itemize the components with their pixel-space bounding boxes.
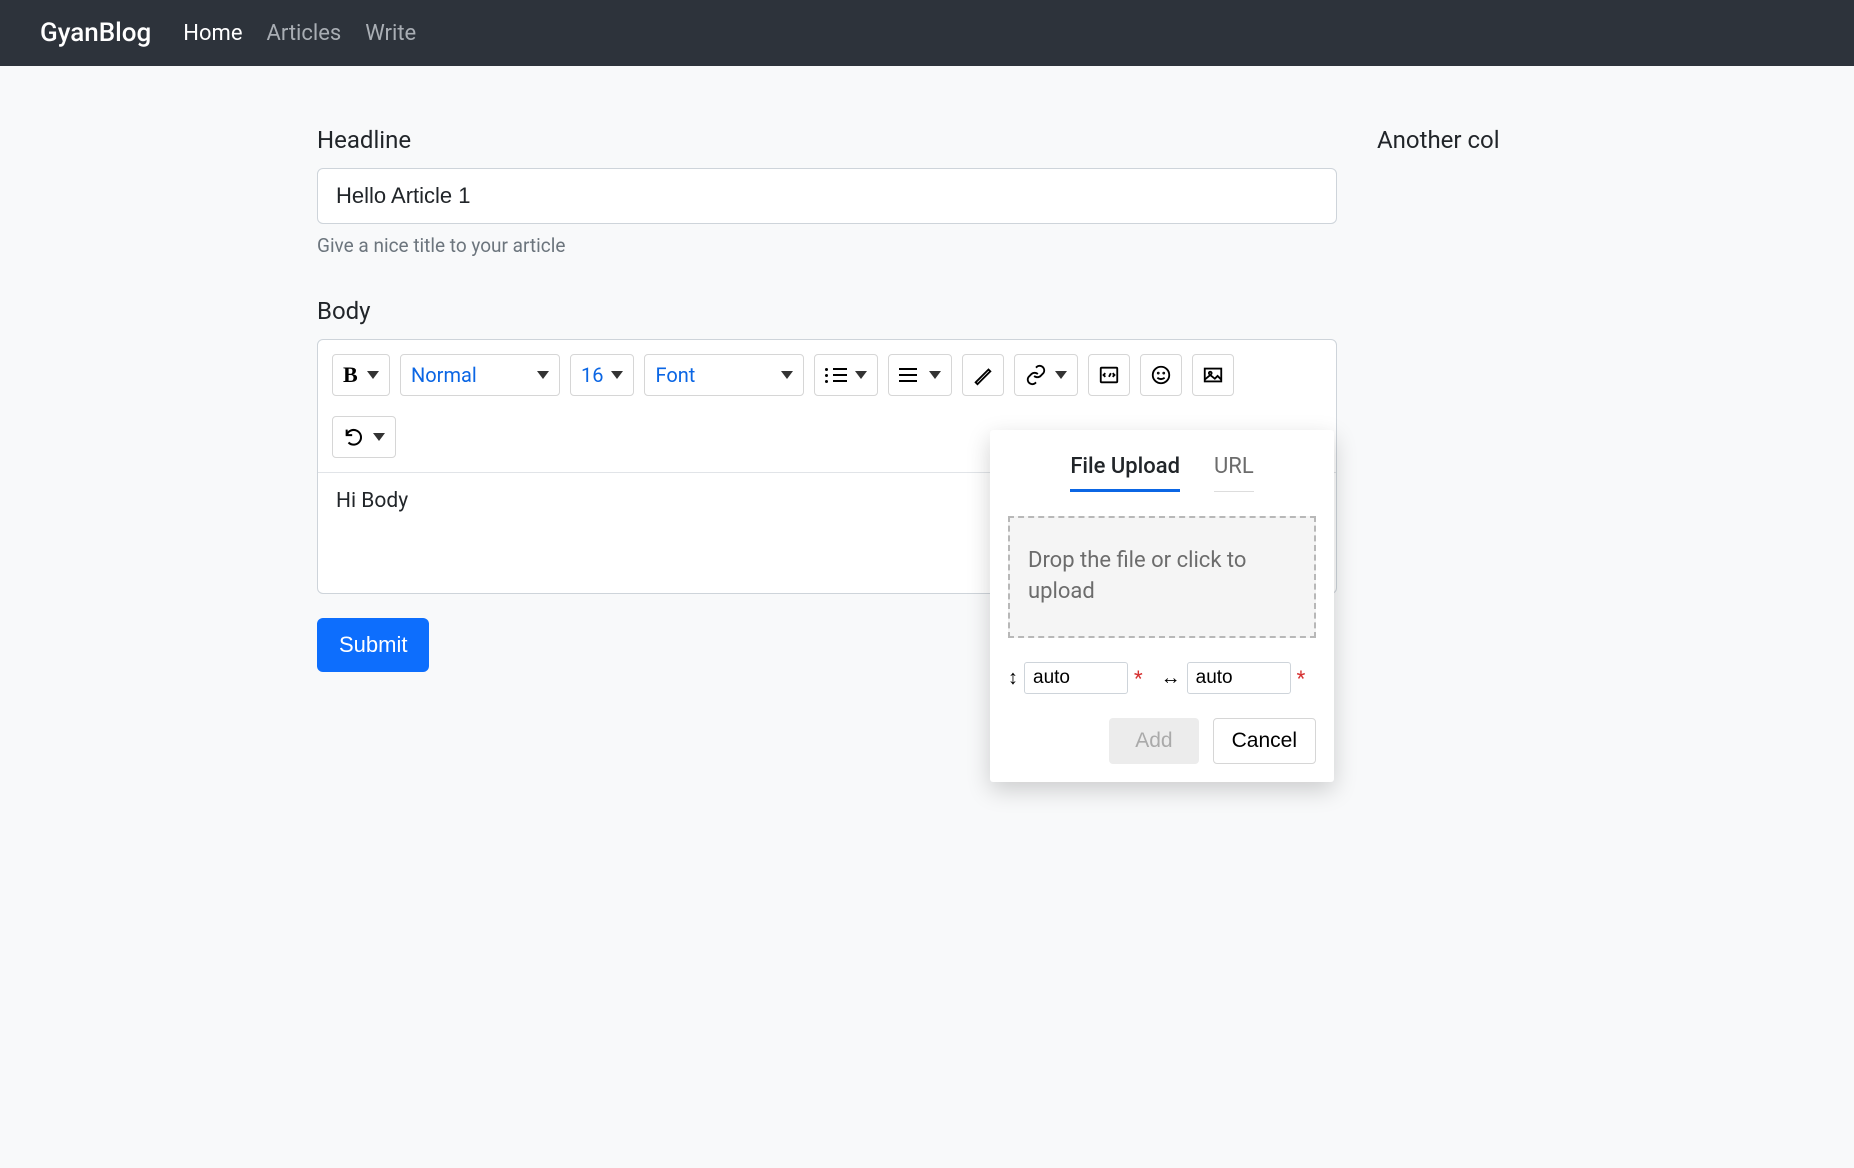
undo-dropdown[interactable] [332, 416, 396, 458]
chevron-down-icon [855, 371, 867, 379]
font-family-dropdown[interactable]: Font [644, 354, 804, 396]
bold-dropdown[interactable]: B [332, 354, 390, 396]
chevron-down-icon [537, 371, 549, 379]
tab-url[interactable]: URL [1214, 454, 1254, 492]
image-upload-popup: File Upload URL Drop the file or click t… [990, 430, 1334, 782]
nav-link-write[interactable]: Write [365, 21, 416, 46]
chevron-down-icon [611, 371, 623, 379]
link-dropdown[interactable] [1014, 354, 1078, 396]
font-label: Font [655, 363, 695, 387]
body-label: Body [317, 297, 1337, 325]
dimension-row: ↕ * ↔ * [1008, 662, 1316, 694]
width-icon: ↔ [1161, 665, 1181, 690]
list-dropdown[interactable] [814, 354, 878, 396]
image-button[interactable] [1192, 354, 1234, 396]
popup-actions: Add Cancel [1008, 718, 1316, 764]
side-column: Another col [1377, 126, 1537, 672]
highlight-button[interactable] [962, 354, 1004, 396]
code-button[interactable] [1088, 354, 1130, 396]
style-label: Normal [411, 363, 477, 387]
highlighter-icon [972, 364, 994, 386]
emoji-button[interactable] [1140, 354, 1182, 396]
list-icon [825, 366, 847, 384]
submit-button[interactable]: Submit [317, 618, 429, 672]
chevron-down-icon [781, 371, 793, 379]
navbar: GyanBlog Home Articles Write [0, 0, 1854, 66]
image-icon [1202, 364, 1224, 386]
cancel-button[interactable]: Cancel [1213, 718, 1316, 764]
side-column-title: Another col [1377, 126, 1537, 154]
required-marker: * [1134, 666, 1143, 690]
bold-icon: B [343, 362, 358, 388]
align-dropdown[interactable] [888, 354, 952, 396]
add-button[interactable]: Add [1109, 718, 1198, 764]
width-input[interactable] [1187, 662, 1291, 694]
chevron-down-icon [929, 371, 941, 379]
code-block-icon [1098, 364, 1120, 386]
paragraph-style-dropdown[interactable]: Normal [400, 354, 560, 396]
chevron-down-icon [367, 371, 379, 379]
smiley-icon [1150, 364, 1172, 386]
file-dropzone[interactable]: Drop the file or click to upload [1008, 516, 1316, 638]
headline-input[interactable] [317, 168, 1337, 224]
brand-logo[interactable]: GyanBlog [40, 18, 151, 48]
undo-icon [343, 426, 365, 448]
required-marker: * [1297, 666, 1306, 690]
link-icon [1025, 364, 1047, 386]
popup-tabs: File Upload URL [1008, 454, 1316, 492]
headline-help-text: Give a nice title to your article [317, 234, 1337, 257]
chevron-down-icon [373, 433, 385, 441]
font-size-dropdown[interactable]: 16 [570, 354, 634, 396]
height-icon: ↕ [1008, 665, 1018, 690]
headline-label: Headline [317, 126, 1337, 154]
size-label: 16 [581, 363, 603, 387]
chevron-down-icon [1055, 371, 1067, 379]
nav-link-articles[interactable]: Articles [266, 21, 341, 46]
height-input[interactable] [1024, 662, 1128, 694]
nav-link-home[interactable]: Home [183, 21, 242, 46]
navbar-nav: Home Articles Write [183, 21, 416, 46]
align-icon [899, 366, 921, 384]
tab-file-upload[interactable]: File Upload [1070, 454, 1180, 492]
page-container: Headline Give a nice title to your artic… [277, 66, 1577, 712]
